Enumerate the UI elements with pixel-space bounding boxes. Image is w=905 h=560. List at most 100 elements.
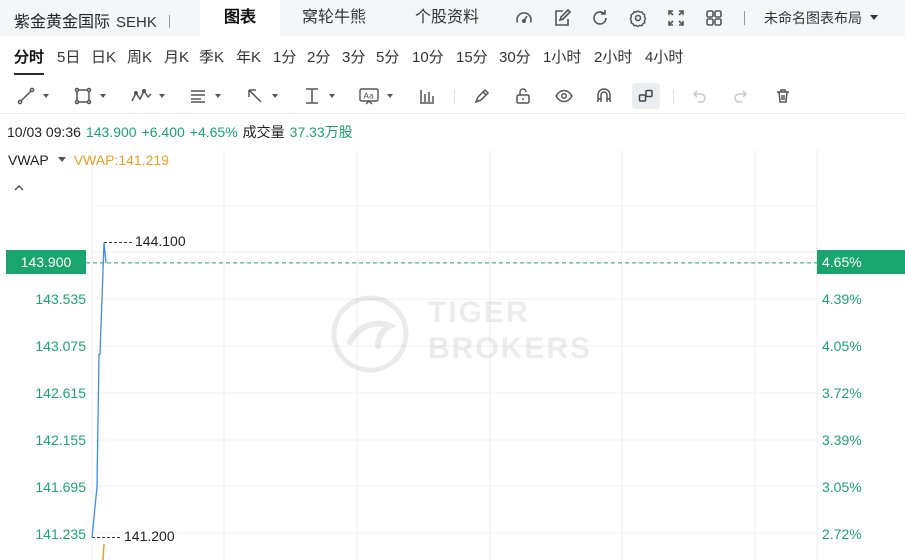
watermark-line1: TIGER	[428, 296, 530, 329]
link-squares-icon	[638, 89, 653, 102]
indicator-name: VWAP	[8, 152, 49, 168]
period-4hour[interactable]: 4小时	[645, 46, 683, 67]
period-yearly[interactable]: 年K	[236, 46, 261, 67]
arrow-icon	[248, 89, 262, 103]
stock-title: 紫金黄金国际 SEHK	[14, 8, 170, 32]
period-3min[interactable]: 3分	[342, 46, 365, 67]
tab-warrants[interactable]: 窝轮牛熊	[302, 0, 366, 36]
period-10min[interactable]: 10分	[412, 46, 444, 67]
pen-icon[interactable]	[546, 4, 578, 32]
period-5day[interactable]: 5日	[57, 46, 80, 67]
redo-button[interactable]	[732, 83, 750, 109]
magnet-icon	[597, 88, 611, 102]
tab-profile[interactable]: 个股资料	[415, 0, 479, 36]
right-axis-tick: 4.05%	[822, 338, 862, 354]
toolbar-divider	[454, 90, 455, 104]
text-annotation-icon: Aa	[359, 88, 379, 105]
brush-tool[interactable]	[472, 83, 492, 109]
brush-icon	[474, 88, 490, 104]
low-price-label: 141.200	[122, 528, 177, 544]
fullscreen-icon[interactable]	[660, 4, 692, 32]
vwap-series-line	[102, 543, 105, 560]
right-axis-tick: 4.39%	[822, 291, 862, 307]
period-1hour[interactable]: 1小时	[543, 46, 581, 67]
link-tool[interactable]	[632, 83, 660, 109]
top-header: 紫金黄金国际 SEHK 图表 窝轮牛熊 个股资料 未命名图表布局	[0, 0, 905, 36]
vwap-indicator[interactable]: VWAP VWAP:141.219	[8, 152, 169, 168]
volume-label: 成交量	[242, 124, 285, 140]
svg-text:Aa: Aa	[364, 92, 374, 101]
grid-layout-icon[interactable]	[698, 4, 730, 32]
eye-icon	[555, 89, 573, 103]
rectangle-tool[interactable]	[73, 83, 106, 109]
delete-button[interactable]	[774, 83, 792, 109]
indicator-tool[interactable]	[418, 83, 436, 109]
chevron-down-icon	[100, 94, 106, 98]
exchange-code: SEHK	[116, 14, 157, 31]
lock-icon	[516, 88, 530, 104]
visibility-tool[interactable]	[554, 83, 574, 109]
collapse-button[interactable]	[12, 180, 26, 198]
line-tool-icon	[17, 87, 35, 105]
rectangle-icon	[74, 87, 92, 105]
layout-divider	[744, 11, 745, 25]
quote-change-pct: +4.65%	[189, 124, 238, 140]
period-2min[interactable]: 2分	[307, 46, 330, 67]
period-30min[interactable]: 30分	[499, 46, 531, 67]
drawing-toolbar: Aa	[0, 78, 905, 114]
line-tool[interactable]	[16, 83, 49, 109]
refresh-icon[interactable]	[584, 4, 616, 32]
period-weekly[interactable]: 周K	[127, 46, 152, 67]
arrow-tool[interactable]	[245, 83, 278, 109]
tab-profile-label: 个股资料	[415, 9, 480, 26]
wave-tool[interactable]	[130, 83, 165, 109]
gauge-icon[interactable]	[508, 4, 540, 32]
watermark-line2: BROKERS	[428, 332, 593, 365]
price-series-line	[91, 242, 107, 538]
chevron-down-icon	[57, 157, 66, 162]
measure-icon	[306, 88, 318, 104]
undo-button[interactable]	[690, 83, 708, 109]
quote-change: +6.400	[141, 124, 185, 140]
fibonacci-tool[interactable]	[188, 83, 221, 109]
tab-chart[interactable]: 图表	[200, 0, 280, 36]
indicator-value: VWAP:141.219	[73, 152, 169, 168]
text-tool[interactable]: Aa	[358, 83, 393, 109]
lock-tool[interactable]	[514, 83, 532, 109]
period-daily[interactable]: 日K	[91, 46, 116, 67]
layout-dropdown[interactable]: 未命名图表布局	[764, 0, 878, 36]
period-monthly[interactable]: 月K	[164, 46, 189, 67]
left-axis-tick: 143.535	[35, 291, 86, 307]
left-axis-tick: 142.155	[35, 432, 86, 448]
right-axis-tick: 2.72%	[822, 526, 862, 542]
intraday-chart[interactable]: TIGER BROKERS 143.535 143.075 142.615 14…	[0, 146, 905, 560]
left-axis-tick: 143.075	[35, 338, 86, 354]
chevron-down-icon	[870, 15, 878, 20]
stock-name: 紫金黄金国际	[14, 14, 111, 31]
gear-icon[interactable]	[622, 4, 654, 32]
layout-dropdown-label: 未命名图表布局	[764, 10, 862, 26]
chevron-down-icon	[159, 94, 165, 98]
tab-warrants-label: 窝轮牛熊	[302, 9, 367, 26]
high-price-label: 144.100	[133, 233, 188, 249]
period-quarterly[interactable]: 季K	[199, 46, 224, 67]
quote-line: 10/03 09:36 143.900 +6.400 +4.65% 成交量 37.33万股	[7, 122, 353, 142]
current-pct-marker: 4.65%	[817, 250, 905, 274]
right-axis-tick: 3.05%	[822, 479, 862, 495]
chevron-down-icon	[329, 94, 335, 98]
trash-icon	[777, 89, 789, 103]
period-1min[interactable]: 1分	[273, 46, 296, 67]
left-axis-tick: 141.695	[35, 479, 86, 495]
period-intraday[interactable]: 分时	[14, 46, 45, 75]
wave-pattern-icon	[131, 88, 152, 102]
period-2hour[interactable]: 2小时	[594, 46, 632, 67]
tab-chart-label: 图表	[223, 9, 256, 26]
measure-tool[interactable]	[302, 83, 335, 109]
undo-icon	[692, 90, 706, 103]
period-15min[interactable]: 15分	[456, 46, 488, 67]
quote-price: 143.900	[85, 124, 137, 140]
period-5min[interactable]: 5分	[376, 46, 399, 67]
bar-indicator-icon	[420, 90, 434, 104]
magnet-tool[interactable]	[595, 83, 613, 109]
toolbar-divider	[673, 90, 674, 104]
